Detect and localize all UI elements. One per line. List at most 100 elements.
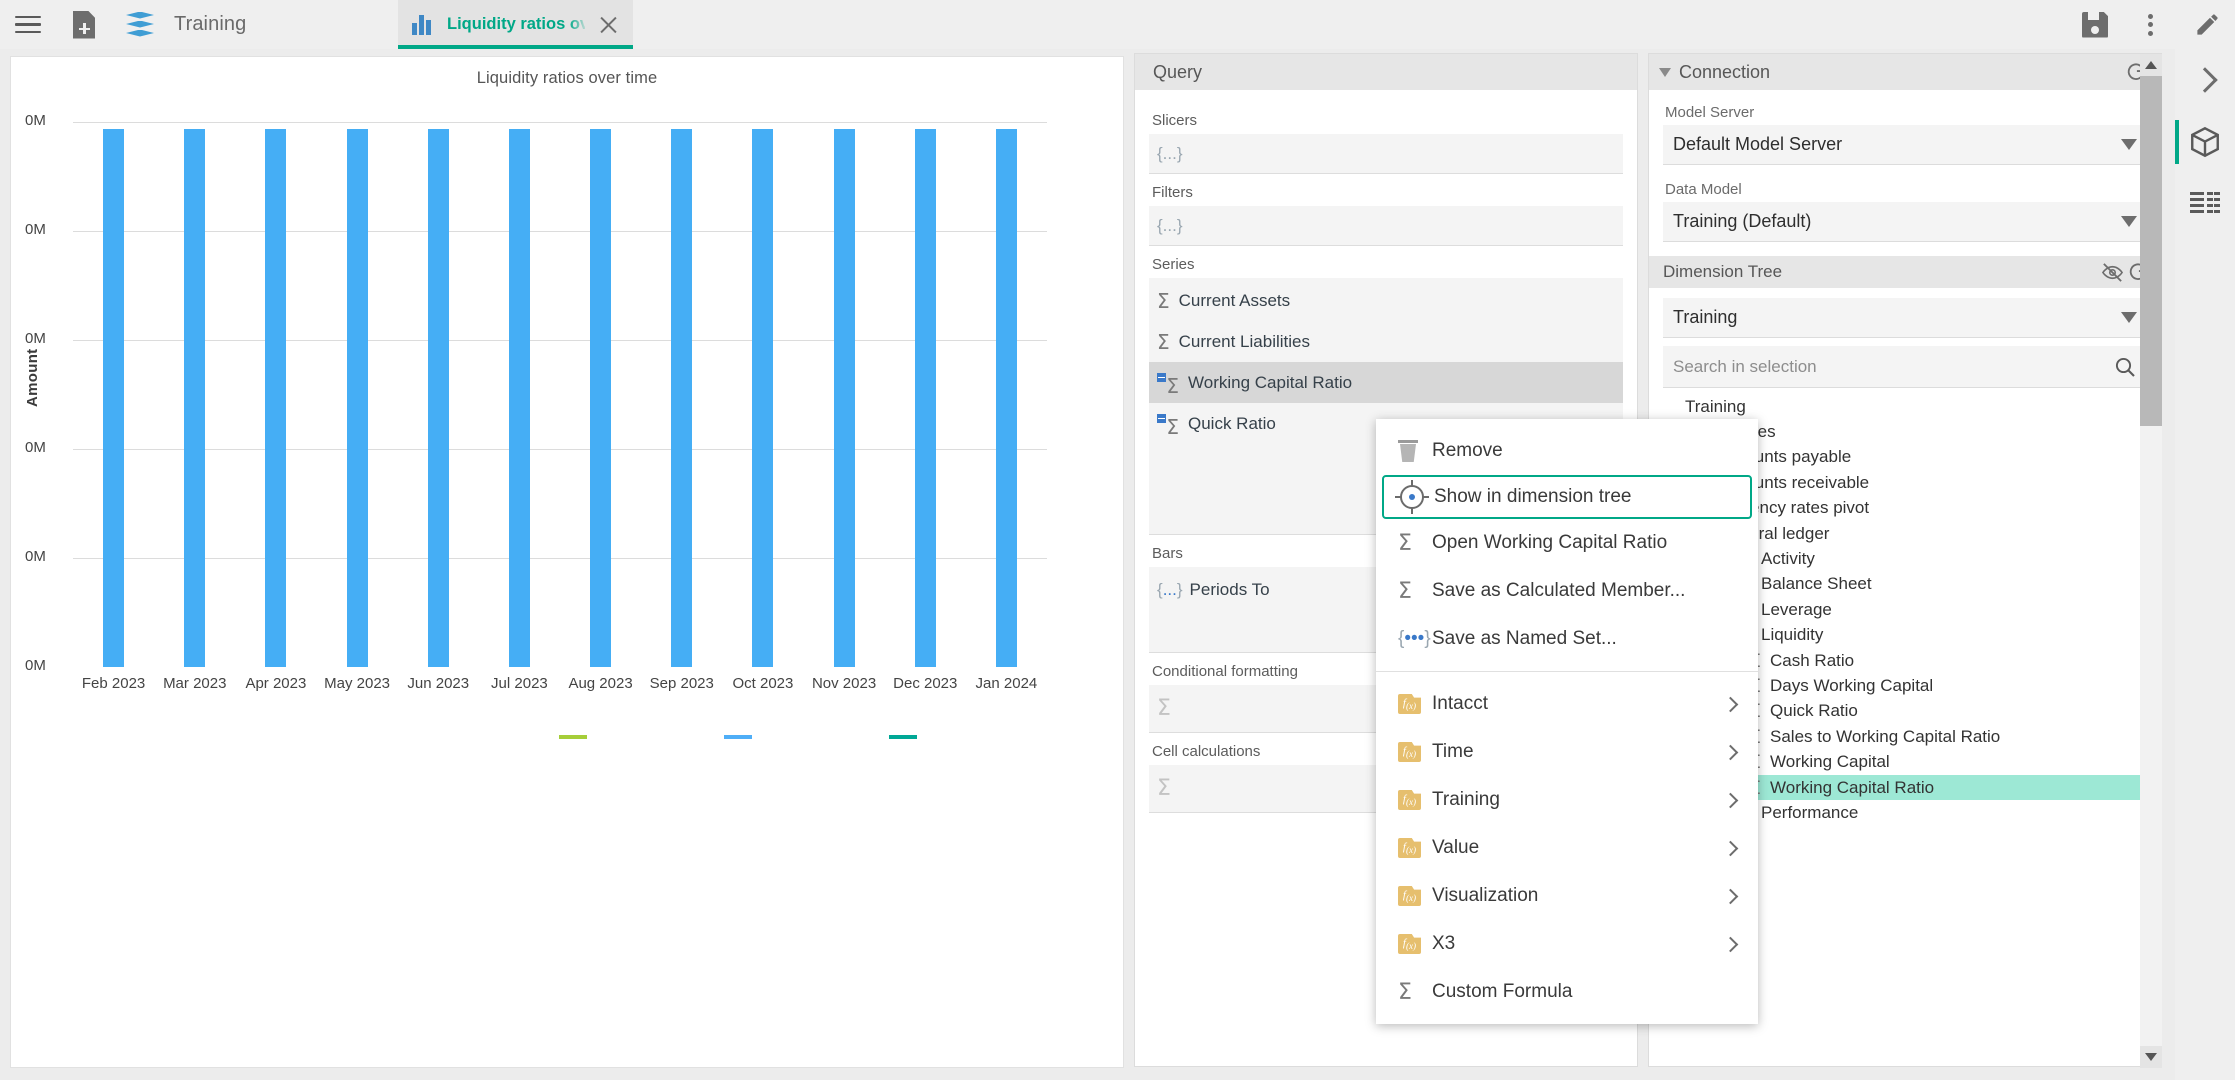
context-menu-item[interactable]: f(x) Value xyxy=(1376,824,1758,872)
dimension-tree-item-label: Performance xyxy=(1761,802,1859,822)
trash-icon-wrap xyxy=(1398,440,1432,462)
tab-liquidity-ratios[interactable]: Liquidity ratios over time xyxy=(398,0,633,49)
dimension-tree-item-label: Working Capital xyxy=(1770,752,1890,772)
application-window: Training Liquidity ratios over time xyxy=(0,0,2235,1080)
context-menu-item[interactable]: Σ Open Working Capital Ratio xyxy=(1376,519,1758,567)
search-in-selection-row[interactable] xyxy=(1663,346,2147,388)
dimension-tree-item[interactable]: Training xyxy=(1663,394,2147,419)
chart-y-tick: 0M xyxy=(25,439,46,456)
context-menu-item[interactable]: f(x) Training xyxy=(1376,776,1758,824)
scrollbar-thumb[interactable] xyxy=(2140,76,2162,426)
sigma-icon: Σ xyxy=(1157,696,1171,721)
sigma-icon: Σ xyxy=(1398,578,1412,604)
context-menu-item[interactable]: {•••} Save as Named Set... xyxy=(1376,615,1758,663)
chart-y-tick: 0M xyxy=(25,657,46,674)
series-item[interactable]: Σ Current Assets xyxy=(1149,280,1623,321)
context-menu-item-label: Value xyxy=(1432,837,1480,858)
query-panel-header: Query xyxy=(1135,54,1637,90)
search-input[interactable] xyxy=(1673,356,2113,377)
slicers-dropzone[interactable]: {...} xyxy=(1149,134,1623,174)
model-button[interactable] xyxy=(112,0,168,49)
fx-folder-icon: f(x) xyxy=(1398,934,1421,954)
context-menu-item[interactable]: f(x) Time xyxy=(1376,728,1758,776)
chart-bar[interactable] xyxy=(427,129,449,667)
connection-panel-header: Connection xyxy=(1649,54,2161,90)
context-menu-item[interactable]: Show in dimension tree xyxy=(1382,475,1752,519)
close-icon[interactable] xyxy=(598,14,619,35)
chart-bar[interactable] xyxy=(346,129,368,667)
data-model-select[interactable]: Training (Default) xyxy=(1663,202,2147,242)
fx-folder-icon: f(x) xyxy=(1398,790,1421,810)
context-menu-item-label: Remove xyxy=(1432,440,1503,461)
chart-legend-marker[interactable] xyxy=(889,735,917,739)
dimension-tree-select-value: Training xyxy=(1673,307,1738,327)
dimension-tree-hide-button[interactable] xyxy=(2099,259,2125,285)
context-menu-item[interactable]: Σ Custom Formula xyxy=(1376,968,1758,1016)
chart-x-tick: Oct 2023 xyxy=(732,675,794,692)
search-icon[interactable] xyxy=(2113,355,2137,379)
chart-plot-area[interactable]: Amount 0M 0M 0M 0M 0M 0M Feb 2023 Mar 2023 Apr 2… xyxy=(11,97,1125,697)
dimension-tree-item-label: Liquidity xyxy=(1761,625,1824,645)
context-menu-item[interactable]: Σ Save as Calculated Member... xyxy=(1376,567,1758,615)
fx-folder-icon: f(x) xyxy=(1398,694,1421,714)
context-menu[interactable]: Remove Show in dimension tree Σ Open Workin… xyxy=(1376,419,1758,1024)
chart-x-tick: Aug 2023 xyxy=(568,675,633,692)
scroll-down-button[interactable] xyxy=(2140,1046,2162,1068)
rail-cube-button[interactable] xyxy=(2175,111,2235,173)
chart-title: Liquidity ratios over time xyxy=(476,69,658,87)
chart-bar[interactable] xyxy=(265,129,287,667)
chart-gridline xyxy=(73,449,1047,450)
bars-item-label: Periods To xyxy=(1189,579,1270,599)
context-menu-item-label: X3 xyxy=(1432,933,1456,954)
context-menu-item[interactable]: f(x) Intacct xyxy=(1376,680,1758,728)
chart-bar[interactable] xyxy=(184,129,206,667)
chart-y-tick: 0M xyxy=(25,221,46,238)
cube-icon xyxy=(2191,126,2219,158)
series-item[interactable]: Σ Current Liabilities xyxy=(1149,321,1623,362)
context-menu-item[interactable]: f(x) X3 xyxy=(1376,920,1758,968)
chart-legend-marker[interactable] xyxy=(559,735,587,739)
series-item[interactable]: Σ Working Capital Ratio xyxy=(1149,362,1623,403)
context-menu-item-label: Open Working Capital Ratio xyxy=(1432,532,1668,553)
chart-x-tick: May 2023 xyxy=(324,675,391,692)
chart-x-tick: Feb 2023 xyxy=(81,675,146,692)
chart-bar[interactable] xyxy=(508,129,530,667)
hamburger-menu-button[interactable] xyxy=(0,0,56,49)
caret-up-icon xyxy=(2145,61,2157,69)
dimension-tree-select[interactable]: Training xyxy=(1663,298,2147,338)
chart-bar[interactable] xyxy=(590,129,612,667)
chart-bar[interactable] xyxy=(752,129,774,667)
chart-bar[interactable] xyxy=(103,129,125,667)
caret-collapse-icon[interactable] xyxy=(1659,67,1671,77)
fx-folder-icon-wrap: f(x) xyxy=(1398,934,1432,954)
dimension-tree-scrollbar[interactable] xyxy=(2140,54,2162,1068)
more-options-button[interactable] xyxy=(2123,0,2179,49)
context-menu-item[interactable]: f(x) Visualization xyxy=(1376,872,1758,920)
rail-expand-button[interactable] xyxy=(2175,49,2235,111)
chevron-right-icon xyxy=(1722,840,1739,856)
scroll-up-button[interactable] xyxy=(2140,54,2162,76)
edit-button[interactable] xyxy=(2179,0,2235,49)
dimension-tree-item-label: Training xyxy=(1685,396,1746,416)
chevron-right-icon xyxy=(1722,936,1739,952)
save-button[interactable] xyxy=(2067,0,2123,49)
rail-table-button[interactable] xyxy=(2175,173,2235,235)
filters-dropzone[interactable]: {...} xyxy=(1149,206,1623,246)
chart-gridline xyxy=(73,558,1047,559)
new-document-button[interactable] xyxy=(56,0,112,49)
chart-bar[interactable] xyxy=(671,129,693,667)
model-server-select[interactable]: Default Model Server xyxy=(1663,125,2147,165)
chevron-down-icon xyxy=(2121,216,2137,227)
context-menu-item[interactable]: Remove xyxy=(1376,427,1758,475)
chart-legend-marker[interactable] xyxy=(724,735,752,739)
dimension-tree-item-label: Sales to Working Capital Ratio xyxy=(1770,726,2001,746)
fx-folder-icon-wrap: f(x) xyxy=(1398,694,1432,714)
chart-bar[interactable] xyxy=(914,129,936,667)
chart-bar[interactable] xyxy=(833,129,855,667)
context-menu-item-label: Save as Calculated Member... xyxy=(1432,580,1686,601)
fx-folder-icon-wrap: f(x) xyxy=(1398,742,1432,762)
chart-y-axis-label: Amount xyxy=(24,348,41,407)
chevron-down-icon xyxy=(2121,139,2137,150)
chart-bar[interactable] xyxy=(995,129,1017,667)
model-server-value: Default Model Server xyxy=(1673,134,1843,154)
